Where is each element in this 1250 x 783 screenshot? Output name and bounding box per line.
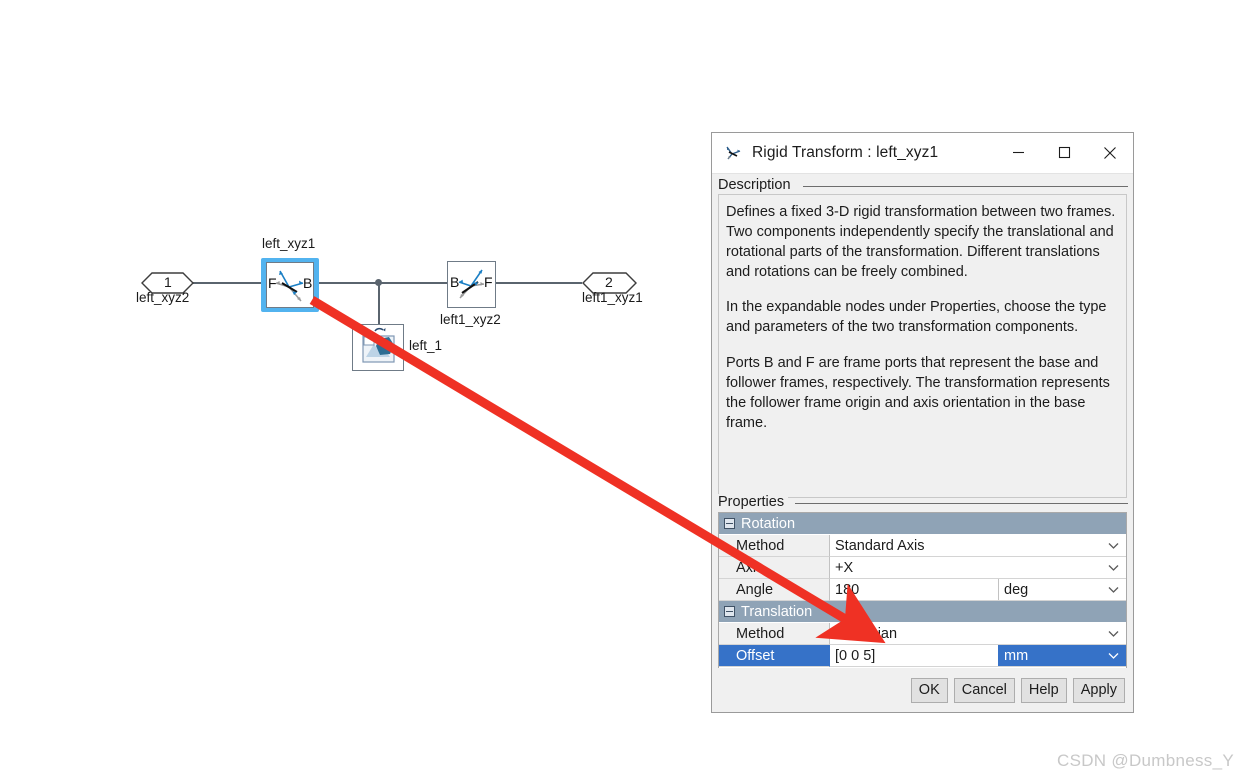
inport-number-1: 1 bbox=[164, 274, 172, 290]
property-value: +X bbox=[835, 559, 854, 576]
property-value: [0 0 5] bbox=[835, 647, 876, 664]
block-label-left_xyz1: left_xyz1 bbox=[262, 236, 316, 251]
property-row-translation-method[interactable]: Method Cartesian bbox=[719, 623, 1126, 645]
watermark: CSDN @Dumbness_Y bbox=[1057, 751, 1234, 770]
property-group-translation[interactable]: Translation bbox=[719, 601, 1126, 623]
description-group-label: Description bbox=[718, 177, 795, 193]
property-value-field[interactable]: +X bbox=[830, 557, 1126, 579]
chevron-down-icon[interactable] bbox=[1100, 535, 1126, 556]
chevron-down-icon[interactable] bbox=[1100, 579, 1126, 600]
property-group-label: Rotation bbox=[741, 515, 796, 532]
property-unit: deg bbox=[1004, 581, 1029, 598]
collapse-icon-rotation[interactable] bbox=[724, 518, 735, 529]
property-unit: mm bbox=[1004, 647, 1029, 664]
help-button[interactable]: Help bbox=[1020, 677, 1067, 703]
outport-number-2: 2 bbox=[605, 274, 613, 290]
screen: left_xyz2 left_xyz1 F B left_1 B F left1… bbox=[0, 0, 1250, 783]
cancel-button[interactable]: Cancel bbox=[953, 677, 1015, 703]
properties-group-rule bbox=[795, 503, 1128, 504]
block-label-left1_xyz2: left1_xyz2 bbox=[440, 312, 501, 327]
chevron-down-icon[interactable] bbox=[1100, 645, 1126, 666]
property-value-field[interactable]: [0 0 5] mm bbox=[830, 645, 1126, 667]
dialog-button-bar: OK Cancel Help Apply bbox=[712, 668, 1133, 712]
property-value: 180 bbox=[835, 581, 860, 598]
block-label-left_1: left_1 bbox=[409, 338, 443, 353]
property-name: Offset bbox=[719, 645, 830, 667]
block-label-left_xyz2: left_xyz2 bbox=[136, 290, 190, 305]
chevron-down-icon[interactable] bbox=[1100, 557, 1126, 578]
property-row-rotation-method[interactable]: Method Standard Axis bbox=[719, 535, 1126, 557]
minimize-icon[interactable] bbox=[995, 133, 1041, 172]
property-row-rotation-axis[interactable]: Axis +X bbox=[719, 557, 1126, 579]
rigid-transform-icon bbox=[726, 146, 741, 160]
block-label-left1_xyz1: left1_xyz1 bbox=[582, 290, 643, 305]
simulink-canvas[interactable]: left_xyz2 left_xyz1 F B left_1 B F left1… bbox=[0, 0, 720, 783]
property-name: Angle bbox=[719, 579, 830, 601]
properties-group-label: Properties bbox=[718, 494, 789, 510]
close-icon[interactable] bbox=[1087, 133, 1133, 172]
ok-button[interactable]: OK bbox=[910, 677, 948, 703]
description-paragraph-2: In the expandable nodes under Properties… bbox=[726, 299, 1107, 336]
port-label-B-left1_xyz2: B bbox=[450, 274, 460, 290]
property-value-field[interactable]: 180 deg bbox=[830, 579, 1126, 601]
wire-left_xyz1-to-left1_xyz2 bbox=[316, 282, 448, 284]
property-value: Standard Axis bbox=[835, 537, 925, 554]
dialog-title: Rigid Transform : left_xyz1 bbox=[752, 144, 939, 161]
rigid-transform-dialog[interactable]: Rigid Transform : left_xyz1 Description … bbox=[711, 132, 1134, 713]
property-unit-select[interactable]: mm bbox=[998, 645, 1126, 666]
property-row-translation-offset[interactable]: Offset [0 0 5] mm bbox=[719, 645, 1126, 667]
properties-table[interactable]: Rotation Method Standard Axis Axis +X An… bbox=[718, 512, 1127, 681]
wire-left1_xyz2-to-outport bbox=[496, 282, 582, 284]
property-value-field[interactable]: Standard Axis bbox=[830, 535, 1126, 557]
property-row-rotation-angle[interactable]: Angle 180 deg bbox=[719, 579, 1126, 601]
property-group-rotation[interactable]: Rotation bbox=[719, 513, 1126, 535]
window-controls[interactable] bbox=[995, 133, 1133, 172]
dialog-titlebar[interactable]: Rigid Transform : left_xyz1 bbox=[712, 133, 1133, 174]
port-label-F-left1_xyz2: F bbox=[484, 274, 493, 290]
property-value: Cartesian bbox=[835, 625, 898, 642]
chevron-down-icon[interactable] bbox=[1100, 623, 1126, 644]
property-name: Method bbox=[719, 623, 830, 645]
collapse-icon-translation[interactable] bbox=[724, 606, 735, 617]
port-label-F-left_xyz1: F bbox=[268, 275, 277, 291]
description-paragraph-1: Defines a fixed 3-D rigid transformation… bbox=[726, 204, 1116, 281]
apply-button[interactable]: Apply bbox=[1072, 677, 1125, 703]
wire-branch-to-left_1 bbox=[378, 282, 380, 326]
description-text: Defines a fixed 3-D rigid transformation… bbox=[718, 194, 1127, 498]
wire-inport-to-left_xyz1 bbox=[193, 282, 263, 284]
block-left_1[interactable] bbox=[352, 324, 404, 371]
description-group-rule bbox=[803, 186, 1128, 187]
maximize-icon[interactable] bbox=[1041, 133, 1087, 172]
file-solid-glyph bbox=[362, 327, 395, 363]
property-unit-select[interactable]: deg bbox=[998, 579, 1126, 600]
property-name: Method bbox=[719, 535, 830, 557]
property-value-field[interactable]: Cartesian bbox=[830, 623, 1126, 645]
wire-junction-dot bbox=[375, 279, 382, 286]
port-label-B-left_xyz1: B bbox=[303, 275, 313, 291]
property-name: Axis bbox=[719, 557, 830, 579]
description-paragraph-3: Ports B and F are frame ports that repre… bbox=[726, 354, 1110, 431]
property-group-label: Translation bbox=[741, 603, 813, 620]
